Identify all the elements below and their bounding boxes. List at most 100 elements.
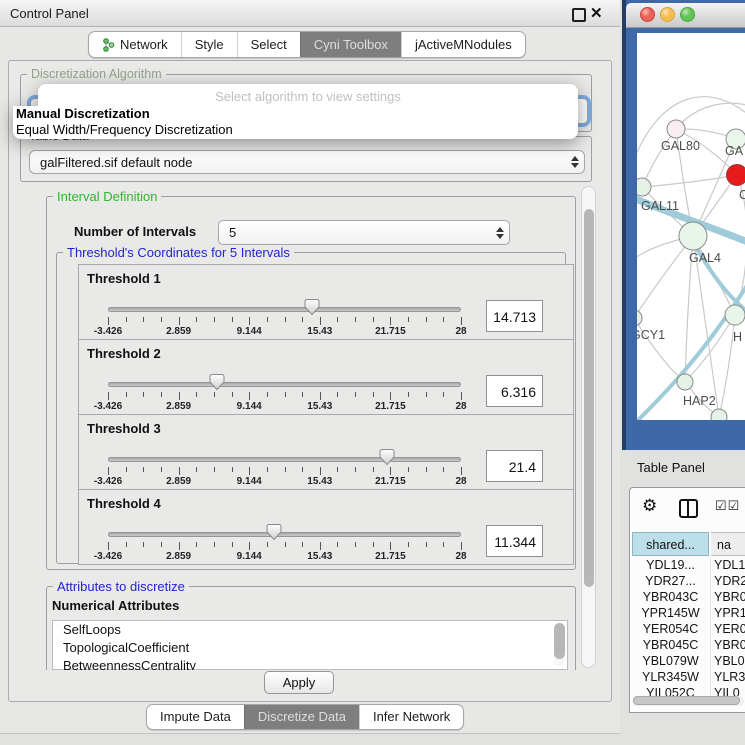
- num-intervals-combo[interactable]: 5: [218, 220, 510, 245]
- tab-bar: NetworkStyleSelectCyni Toolbox jActiveMNo…: [88, 31, 526, 58]
- slider-thumb[interactable]: [266, 523, 282, 546]
- slider-thumb[interactable]: [209, 373, 225, 396]
- threshold-value-field[interactable]: 21.4: [486, 450, 543, 482]
- threshold-value-field[interactable]: 11.344: [486, 525, 543, 557]
- table-row[interactable]: YPR145W YPR1: [630, 606, 745, 622]
- threshold-slider-track[interactable]: [108, 307, 461, 312]
- tick-mark: [143, 392, 144, 397]
- threshold-slider-track[interactable]: [108, 382, 461, 387]
- network-canvas[interactable]: GAL80GACGAL11GAL4GCY1HHAP2: [637, 33, 745, 420]
- tick-label: 2.859: [154, 551, 204, 562]
- tick-mark: [232, 542, 233, 547]
- table-data-combo[interactable]: galFiltered.sif default node: [29, 150, 585, 174]
- panel-scrollbar-thumb[interactable]: [584, 209, 594, 587]
- slider-thumb[interactable]: [379, 448, 395, 471]
- cell-name[interactable]: YBR0: [714, 590, 745, 604]
- attributes-scrollbar[interactable]: [554, 623, 565, 666]
- table-row[interactable]: YBR045C YBR0: [630, 638, 745, 654]
- cell-shared-name[interactable]: YDR27...: [632, 574, 709, 588]
- tick-mark: [355, 542, 356, 547]
- network-edge: [676, 103, 745, 129]
- tab-label: jActiveMNodules: [415, 32, 512, 57]
- cell-name[interactable]: YDR2: [714, 574, 745, 588]
- threshold-slider-track[interactable]: [108, 457, 461, 462]
- tab-label: Impute Data: [160, 705, 231, 729]
- slider-thumb[interactable]: [304, 298, 320, 321]
- attribute-item-topologicalcoefficient[interactable]: TopologicalCoefficient: [53, 639, 567, 657]
- table-row[interactable]: YER054C YER0: [630, 622, 745, 638]
- column-header-shared-[interactable]: shared...: [632, 532, 709, 556]
- threshold-value-field[interactable]: 6.316: [486, 375, 543, 407]
- stepper-arrows-icon[interactable]: [566, 156, 584, 168]
- minimize-light-icon[interactable]: [660, 7, 675, 22]
- table-row[interactable]: YDR27... YDR2: [630, 574, 745, 590]
- cell-shared-name[interactable]: YLR345W: [632, 670, 709, 684]
- close-light-icon[interactable]: [640, 7, 655, 22]
- table-data-group: Table Data galFiltered.sif default node: [20, 136, 592, 182]
- float-window-icon[interactable]: [572, 8, 586, 22]
- algorithm-option-manual-discretization[interactable]: Manual Discretization: [13, 106, 578, 122]
- column-header-na[interactable]: na: [711, 532, 745, 556]
- cell-shared-name[interactable]: YER054C: [632, 622, 709, 636]
- tick-mark: [249, 542, 250, 550]
- network-node-c[interactable]: [727, 165, 745, 186]
- apply-button[interactable]: Apply: [264, 671, 334, 694]
- algorithm-option-equal-width-frequency-discretization[interactable]: Equal Width/Frequency Discretization: [13, 122, 578, 138]
- tick-label: 28: [436, 326, 486, 337]
- cell-name[interactable]: YBL0: [714, 654, 745, 668]
- num-intervals-value: 5: [219, 225, 491, 240]
- threshold-value-field[interactable]: 14.713: [486, 300, 543, 332]
- tab-impute-data[interactable]: Impute Data: [147, 705, 244, 729]
- panel-scrollbar[interactable]: [581, 186, 596, 668]
- tab-cyni-toolbox[interactable]: Cyni Toolbox: [300, 32, 401, 57]
- cell-name[interactable]: YPR1: [714, 606, 745, 620]
- cell-shared-name[interactable]: YPR145W: [632, 606, 709, 620]
- table-row[interactable]: YLR345W YLR3: [630, 670, 745, 686]
- gear-icon[interactable]: ⚙: [642, 496, 657, 516]
- cell-shared-name[interactable]: YBR043C: [632, 590, 709, 604]
- threshold-slider-track[interactable]: [108, 532, 461, 537]
- zoom-light-icon[interactable]: [680, 7, 695, 22]
- tick-mark: [426, 467, 427, 472]
- close-icon[interactable]: ✕: [590, 4, 603, 22]
- network-node-hap2[interactable]: [677, 374, 693, 390]
- tick-label: 9.144: [224, 476, 274, 487]
- tab-network[interactable]: Network: [89, 32, 181, 57]
- tab-jactivemnodules[interactable]: jActiveMNodules: [401, 32, 525, 57]
- tick-label: 28: [436, 551, 486, 562]
- tick-mark: [408, 467, 409, 472]
- network-node-h[interactable]: [725, 305, 745, 325]
- cell-name[interactable]: YBR0: [714, 638, 745, 652]
- table-row[interactable]: YBR043C YBR0: [630, 590, 745, 606]
- tab-infer-network[interactable]: Infer Network: [359, 705, 463, 729]
- cell-name[interactable]: YER0: [714, 622, 745, 636]
- network-node-gal11[interactable]: [637, 178, 651, 196]
- tab-select[interactable]: Select: [237, 32, 300, 57]
- split-view-icon[interactable]: [679, 499, 698, 518]
- network-node-gal80[interactable]: [667, 120, 685, 138]
- tick-label: 15.43: [295, 401, 345, 412]
- table-row[interactable]: YDL19... YDL1: [630, 558, 745, 574]
- attribute-item-betweennesscentrality[interactable]: BetweennessCentrality: [53, 657, 567, 670]
- network-node[interactable]: [711, 409, 727, 420]
- table-row[interactable]: YBL079W YBL0: [630, 654, 745, 670]
- tick-mark: [179, 542, 180, 550]
- control-panel-titlebar[interactable]: Control Panel ✕: [0, 0, 620, 27]
- threshold-panel-1: Threshold 1-3.4262.8599.14415.4321.71528…: [78, 264, 574, 340]
- network-node-gcy1[interactable]: [637, 310, 642, 326]
- stepper-arrows-icon[interactable]: [491, 227, 509, 239]
- select-columns-icon[interactable]: ☑☑: [715, 498, 740, 514]
- tab-style[interactable]: Style: [181, 32, 237, 57]
- tick-mark: [373, 392, 374, 397]
- cell-name[interactable]: YDL1: [714, 558, 745, 572]
- tick-label: 15.43: [295, 551, 345, 562]
- cell-shared-name[interactable]: YBR045C: [632, 638, 709, 652]
- table-hscrollbar-thumb[interactable]: [633, 696, 740, 705]
- network-node-gal4[interactable]: [679, 222, 707, 250]
- cell-shared-name[interactable]: YBL079W: [632, 654, 709, 668]
- cell-shared-name[interactable]: YDL19...: [632, 558, 709, 572]
- attribute-item-selfloops[interactable]: SelfLoops: [53, 621, 567, 639]
- cell-name[interactable]: YLR3: [714, 670, 745, 684]
- tab-discretize-data[interactable]: Discretize Data: [244, 705, 359, 729]
- table-hscrollbar[interactable]: [632, 696, 744, 706]
